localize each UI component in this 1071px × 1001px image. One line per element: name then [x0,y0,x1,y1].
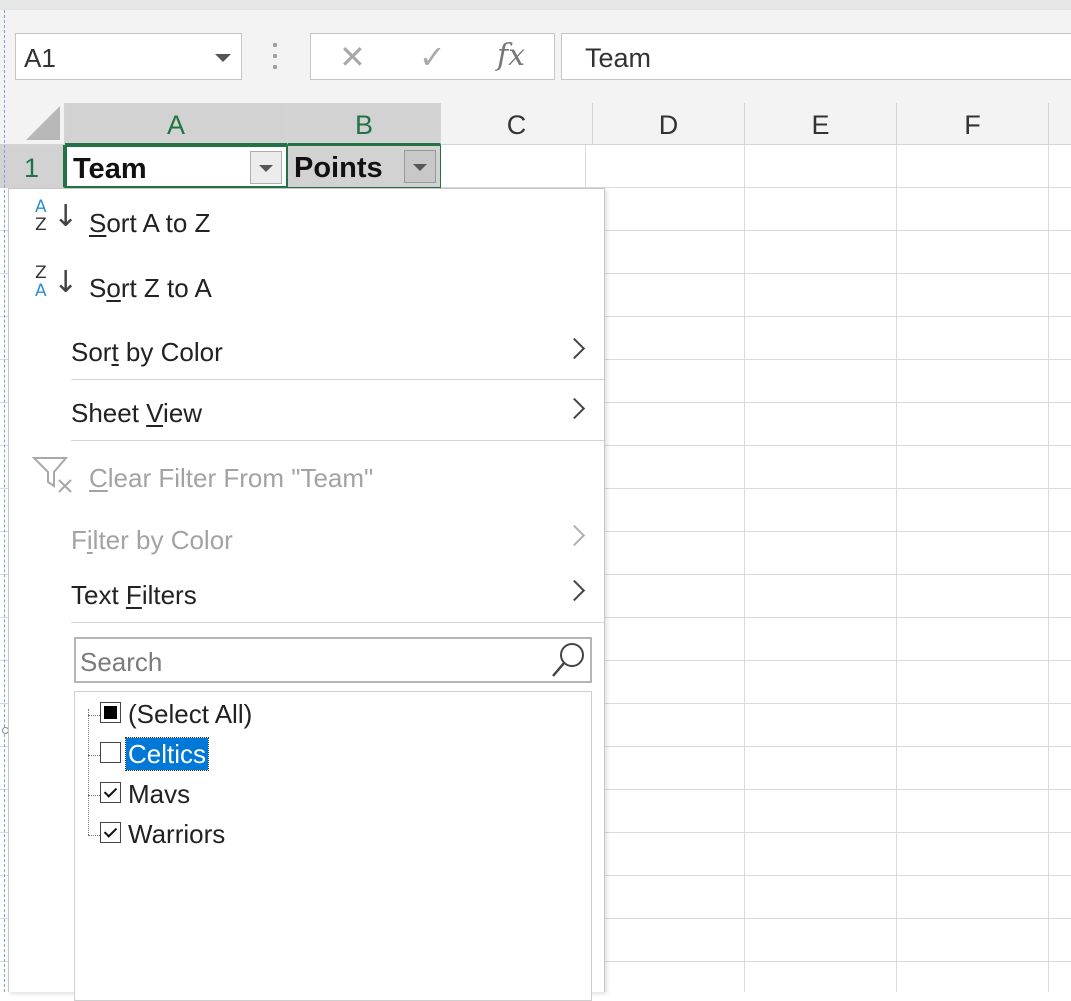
cell-a1[interactable]: Team [65,145,288,188]
list-item-celtics[interactable]: Celtics [75,735,575,773]
accelerator-key: t [111,337,119,367]
checkbox-mavs[interactable] [100,782,121,803]
menu-separator [71,379,604,380]
accelerator-key: S [89,208,107,238]
menu-separator [71,622,604,623]
list-item-select-all[interactable]: (Select All) [75,695,575,733]
formula-buttons: ✕ ✓ fx [310,33,555,80]
checkbox-celtics[interactable] [100,742,121,763]
autofilter-menu: A Z ↓ Sort A to Z Z A ↓ Sort Z to A Sort… [8,188,605,1001]
copy-marquee-border [4,10,5,992]
insert-function-button[interactable]: fx [497,38,525,73]
column-header-f[interactable]: F [897,103,1049,145]
clear-filter-icon [31,457,72,493]
menu-label-text: ilters [141,580,197,610]
down-arrow-icon: ↓ [53,199,79,234]
name-box[interactable]: A1 [15,33,242,80]
menu-item-sort-a-to-z[interactable]: A Z ↓ Sort A to Z [9,193,604,249]
menu-label: Text Filters [71,580,197,611]
menu-label-text: Sheet [71,398,147,428]
menu-label: Sort Z to A [89,273,212,304]
enter-icon[interactable]: ✓ [419,38,446,76]
accelerator-key: V [146,398,164,428]
list-item-label[interactable]: Mavs [126,778,192,810]
name-box-value[interactable]: A1 [24,43,56,74]
sort-icon-top-letter: A [35,197,47,217]
accelerator-key: F [125,580,142,610]
checkbox-select-all[interactable] [100,702,121,723]
cell-b1-text: Points [294,152,383,184]
menu-item-text-filters[interactable]: Text Filters [9,567,604,623]
submenu-arrow-icon [563,524,586,547]
menu-label-text: lter by Color [92,525,233,555]
submenu-arrow-icon [563,579,586,602]
submenu-arrow-icon [563,337,586,360]
formula-input[interactable]: Team [561,33,1071,80]
tree-branch [88,835,100,836]
down-arrow-icon: ↓ [53,265,79,300]
column-header-next[interactable] [1049,103,1071,145]
menu-label-text: by Color [118,337,223,367]
menu-label: Sheet View [71,398,202,429]
sort-icon-bottom-letter: A [35,281,47,301]
tree-branch [88,715,100,716]
list-item-label[interactable]: Warriors [126,818,227,850]
tree-branch [88,795,100,796]
menu-item-sort-z-to-a[interactable]: Z A ↓ Sort Z to A [9,259,604,315]
menu-label-text: F [71,525,87,555]
column-header-a[interactable]: A [65,103,288,145]
menu-label-text: lear Filter From "Team" [107,463,374,493]
row-header-1[interactable]: 1 [0,145,65,188]
search-icon [552,643,584,677]
menu-label-text: ort A to Z [106,208,211,238]
filter-value-list: (Select All) Celtics Mavs Warriors [74,691,592,1001]
checkbox-warriors[interactable] [100,822,121,843]
list-item-warriors[interactable]: Warriors [75,815,575,853]
submenu-arrow-icon [563,397,586,420]
menu-item-filter-by-color[interactable]: Filter by Color [9,512,604,568]
menu-label-text: Text [71,580,126,610]
name-box-dropdown-icon[interactable] [215,54,231,62]
column-header-b[interactable]: B [288,103,441,145]
column-header-d[interactable]: D [593,103,745,145]
column-header-e[interactable]: E [745,103,897,145]
menu-label-text: Sor [71,337,112,367]
select-all-corner[interactable] [0,103,65,145]
tree-branch [88,755,100,756]
sort-descending-icon: Z A ↓ [33,263,79,309]
filter-dropdown-button-team[interactable] [250,151,282,184]
cancel-icon[interactable]: ✕ [339,38,366,76]
menu-label: Sort A to Z [89,208,210,239]
menu-label: Clear Filter From "Team" [89,463,373,494]
formula-bar: A1 ✕ ✓ fx Team [0,10,1071,103]
filter-search-box[interactable]: Search [74,637,592,683]
menu-label-text: iew [163,398,203,428]
cell-b1[interactable]: Points [288,145,441,188]
column-header-c[interactable]: C [441,103,593,145]
menu-label-text: S [89,273,107,303]
menu-label: Filter by Color [71,525,233,556]
list-item-label[interactable]: (Select All) [126,698,254,730]
select-all-triangle-icon[interactable] [26,106,60,140]
accelerator-key: o [106,273,121,303]
menu-item-sort-by-color[interactable]: Sort by Color [9,325,604,381]
sort-icon-top-letter: Z [35,263,47,283]
menu-separator [71,440,604,441]
formula-input-value[interactable]: Team [585,43,651,74]
formula-bar-grip-icon[interactable] [272,43,278,71]
filter-dropdown-button-points[interactable] [404,150,436,183]
list-item-label[interactable]: Celtics [124,737,210,771]
menu-item-clear-filter[interactable]: Clear Filter From "Team" [9,450,604,506]
sort-ascending-icon: A Z ↓ [33,197,79,243]
menu-item-sheet-view[interactable]: Sheet View [9,385,604,441]
sort-icon-bottom-letter: Z [35,215,47,235]
accelerator-key: C [89,463,108,493]
cell-a1-text: Team [73,153,147,185]
search-input[interactable]: Search [80,647,162,678]
menu-label: Sort by Color [71,337,223,368]
menu-label-text: rt Z to A [120,273,212,303]
list-item-mavs[interactable]: Mavs [75,775,575,813]
